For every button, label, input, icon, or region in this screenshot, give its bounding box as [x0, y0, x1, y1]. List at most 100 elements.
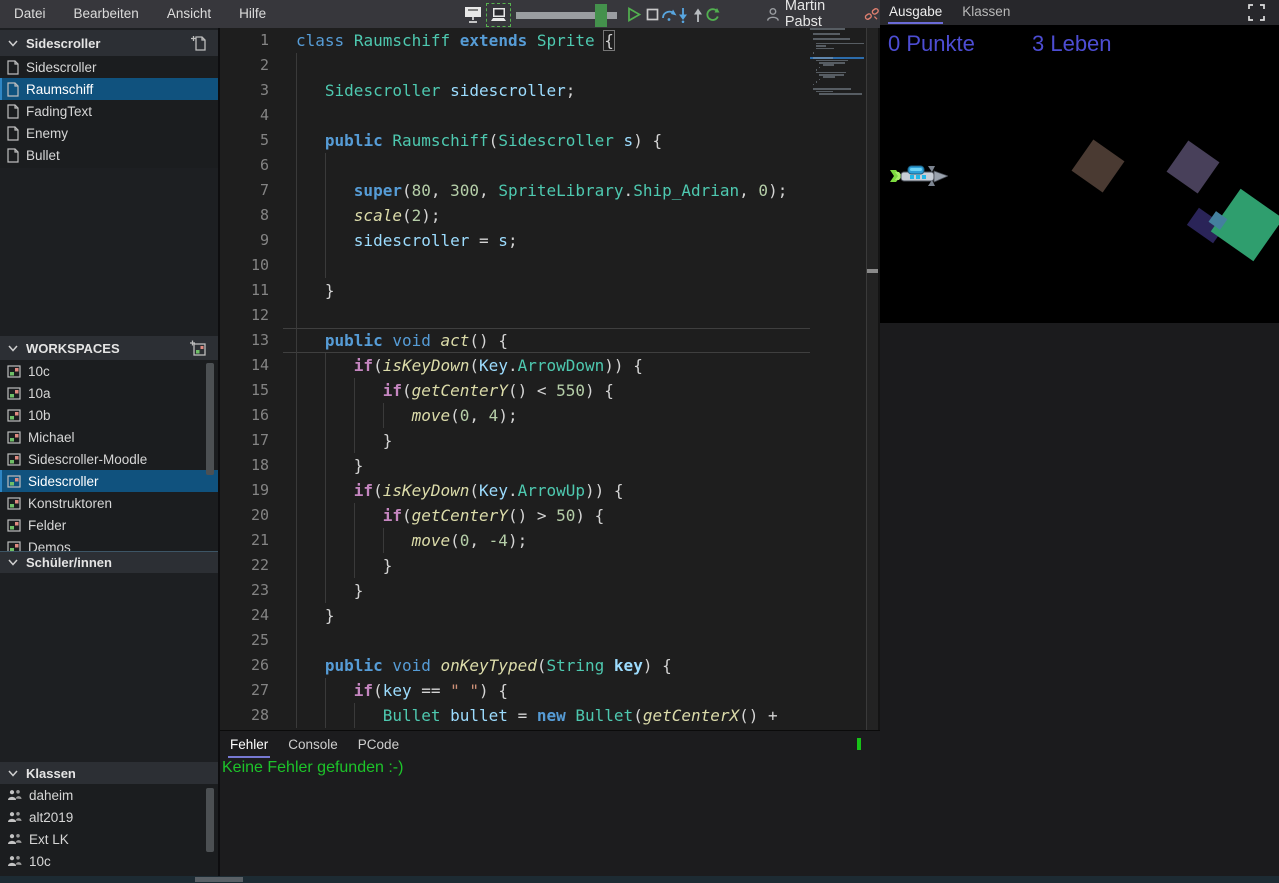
- code-line[interactable]: 1class Raumschiff extends Sprite {: [220, 28, 810, 53]
- class-item-10c[interactable]: 10c: [0, 850, 218, 872]
- code-text: public void onKeyTyped(String key) {: [296, 653, 672, 678]
- bottom-tab-fehler[interactable]: Fehler: [228, 735, 270, 758]
- file-item-sidescroller[interactable]: Sidescroller: [0, 56, 218, 78]
- code-line[interactable]: 20 if(getCenterY() > 50) {: [220, 503, 810, 528]
- workspaces-scrollbar[interactable]: [206, 363, 214, 475]
- minimap-line: [813, 38, 850, 40]
- add-file-icon[interactable]: [191, 35, 206, 51]
- code-line[interactable]: 5 public Raumschiff(Sidescroller s) {: [220, 128, 810, 153]
- status-bar-scrollbar-thumb[interactable]: [195, 877, 243, 882]
- code-line[interactable]: 21 move(0, -4);: [220, 528, 810, 553]
- code-line[interactable]: 2: [220, 53, 810, 78]
- code-text: super(80, 300, SpriteLibrary.Ship_Adrian…: [296, 178, 787, 203]
- file-item-label: Sidescroller: [26, 60, 97, 75]
- file-item-bullet[interactable]: Bullet: [0, 144, 218, 166]
- workspace-item-10b[interactable]: 10b: [0, 404, 218, 426]
- file-item-enemy[interactable]: Enemy: [0, 122, 218, 144]
- code-line[interactable]: 10: [220, 253, 810, 278]
- speed-slider-thumb[interactable]: [595, 4, 607, 27]
- add-workspace-icon[interactable]: [190, 340, 206, 356]
- code-text: }: [296, 428, 392, 453]
- students-section-header[interactable]: Schüler/innen: [0, 551, 218, 573]
- code-line[interactable]: 7 super(80, 300, SpriteLibrary.Ship_Adri…: [220, 178, 810, 203]
- code-line[interactable]: 25: [220, 628, 810, 653]
- step-out-button[interactable]: [692, 7, 704, 23]
- stop-button[interactable]: [646, 8, 659, 21]
- code-line[interactable]: 17 }: [220, 428, 810, 453]
- workspace-item-10a[interactable]: 10a: [0, 382, 218, 404]
- activity-indicator: [857, 738, 861, 750]
- code-line[interactable]: 15 if(getCenterY() < 550) {: [220, 378, 810, 403]
- class-item-alt2019[interactable]: alt2019: [0, 806, 218, 828]
- step-into-button[interactable]: [677, 7, 689, 23]
- students-section-title: Schüler/innen: [26, 555, 112, 570]
- class-item-daheim[interactable]: daheim: [0, 784, 218, 806]
- fullscreen-icon[interactable]: [1248, 4, 1265, 21]
- code-line[interactable]: 23 }: [220, 578, 810, 603]
- menu-item-ansicht[interactable]: Ansicht: [153, 0, 225, 28]
- output-tab-klassen[interactable]: Klassen: [961, 2, 1011, 24]
- step-over-button[interactable]: [661, 7, 677, 22]
- game-canvas[interactable]: 0 Punkte 3 Leben: [880, 25, 1279, 323]
- file-item-fadingtext[interactable]: FadingText: [0, 100, 218, 122]
- speed-slider[interactable]: [516, 12, 617, 19]
- chevron-down-icon: [8, 559, 18, 566]
- code-line[interactable]: 24 }: [220, 603, 810, 628]
- minimap-line: [816, 81, 817, 83]
- presentation-icon[interactable]: [464, 6, 482, 23]
- code-line[interactable]: 16 move(0, 4);: [220, 403, 810, 428]
- classes-scrollbar[interactable]: [206, 788, 214, 852]
- people-icon: [7, 833, 22, 846]
- minimap[interactable]: [810, 28, 864, 730]
- line-number: 27: [220, 678, 269, 703]
- code-line[interactable]: 3 Sidescroller sidescroller;: [220, 78, 810, 103]
- code-line[interactable]: 8 scale(2);: [220, 203, 810, 228]
- classes-section-header[interactable]: Klassen: [0, 762, 218, 784]
- code-text: if(getCenterY() < 550) {: [296, 378, 614, 403]
- workspaces-section-header[interactable]: WORKSPACES: [0, 336, 218, 360]
- workspace-item-konstruktoren[interactable]: Konstruktoren: [0, 492, 218, 514]
- code-line[interactable]: 4: [220, 103, 810, 128]
- line-number: 25: [220, 628, 269, 653]
- code-line[interactable]: 13 public void act() {: [220, 328, 810, 353]
- workspace-item-10c[interactable]: 10c: [0, 360, 218, 382]
- workspace-item-sidescroller[interactable]: Sidescroller: [0, 470, 218, 492]
- code-line[interactable]: 19 if(isKeyDown(Key.ArrowUp)) {: [220, 478, 810, 503]
- file-item-label: Enemy: [26, 126, 68, 141]
- laptop-mode-toggle[interactable]: [486, 3, 511, 27]
- code-line[interactable]: 27 if(key == " ") {: [220, 678, 810, 703]
- code-line[interactable]: 18 }: [220, 453, 810, 478]
- menu-item-bearbeiten[interactable]: Bearbeiten: [60, 0, 153, 28]
- minimap-line: [819, 67, 820, 69]
- code-line[interactable]: 9 sidescroller = s;: [220, 228, 810, 253]
- code-line[interactable]: 14 if(isKeyDown(Key.ArrowDown)) {: [220, 353, 810, 378]
- code-line[interactable]: 6: [220, 153, 810, 178]
- line-number: 13: [220, 328, 269, 353]
- file-item-raumschiff[interactable]: Raumschiff: [0, 78, 218, 100]
- run-button[interactable]: [627, 7, 641, 22]
- class-item-label: Ext LK: [29, 832, 69, 847]
- workspace-item-felder[interactable]: Felder: [0, 514, 218, 536]
- class-item-ext-lk[interactable]: Ext LK: [0, 828, 218, 850]
- bottom-tab-pcode[interactable]: PCode: [356, 735, 401, 758]
- code-text: [296, 628, 325, 653]
- menu-item-hilfe[interactable]: Hilfe: [225, 0, 280, 28]
- workspace-item-demos[interactable]: Demos: [0, 536, 218, 551]
- menu-item-datei[interactable]: Datei: [0, 0, 60, 28]
- output-tab-ausgabe[interactable]: Ausgabe: [888, 2, 943, 24]
- line-number: 17: [220, 428, 269, 453]
- line-number: 23: [220, 578, 269, 603]
- code-line[interactable]: 22 }: [220, 553, 810, 578]
- files-section-header[interactable]: Sidescroller: [0, 30, 218, 56]
- workspace-item-michael[interactable]: Michael: [0, 426, 218, 448]
- code-line[interactable]: 26 public void onKeyTyped(String key) {: [220, 653, 810, 678]
- code-line[interactable]: 28 Bullet bullet = new Bullet(getCenterX…: [220, 703, 810, 728]
- code-line[interactable]: 12: [220, 303, 810, 328]
- workspace-item-sidescroller-moodle[interactable]: Sidescroller-Moodle: [0, 448, 218, 470]
- minimap-line: [816, 48, 834, 50]
- restart-button[interactable]: [705, 7, 720, 22]
- bottom-tab-console[interactable]: Console: [286, 735, 340, 758]
- code-editor[interactable]: 1class Raumschiff extends Sprite {2 3 Si…: [220, 28, 880, 730]
- code-line[interactable]: 11 }: [220, 278, 810, 303]
- line-number: 20: [220, 503, 269, 528]
